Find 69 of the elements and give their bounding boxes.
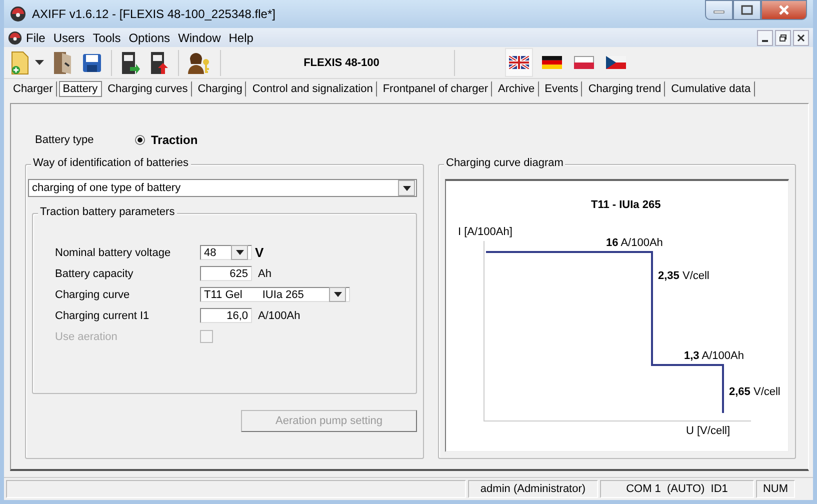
user-key-icon[interactable] [187, 52, 211, 74]
tab[interactable]: Archive [494, 81, 539, 97]
caret-icon [236, 250, 244, 255]
caret-icon [334, 292, 342, 297]
window-title: AXIFF v1.6.12 - [FLEXIS 48-100_225348.fle*] [32, 7, 276, 21]
close-icon [797, 34, 805, 42]
input-field[interactable]: 625 [200, 266, 252, 281]
field-label: Charging current I1 [55, 310, 150, 322]
new-file-icon[interactable] [10, 50, 30, 74]
axis-label: I [A/100Ah] [458, 226, 512, 238]
menu-item[interactable]: Options [124, 30, 174, 44]
dropdown[interactable]: T11 Gel IUIa 265 [200, 287, 350, 302]
menu-item[interactable]: Window [174, 30, 225, 44]
group-title: Traction battery parameters [38, 206, 177, 218]
curve-label: 1,3 A/100Ah [684, 350, 744, 362]
close-button[interactable] [793, 30, 809, 46]
device-upload-icon[interactable] [120, 50, 140, 74]
maximize-button[interactable] [733, 0, 761, 20]
field-label: Use aeration [55, 330, 118, 342]
unit-label: V [255, 245, 264, 260]
caret-icon[interactable] [35, 60, 44, 66]
restore-button[interactable] [775, 30, 791, 46]
save-icon[interactable] [82, 52, 102, 72]
menu-item[interactable]: Help [224, 30, 258, 44]
status-panel: NUM [756, 480, 795, 498]
close-icon [778, 5, 790, 15]
group-title: Charging curve diagram [444, 157, 566, 169]
menu-item[interactable]: Tools [88, 30, 125, 44]
menu-item[interactable]: File [22, 30, 50, 44]
maximize-icon [741, 5, 753, 15]
chart-title: T11 - IUIa 265 [591, 199, 661, 211]
minimize-icon [762, 40, 768, 42]
tab[interactable]: Charging [194, 81, 246, 97]
restore-icon [779, 34, 787, 42]
minimize-button[interactable] [757, 30, 773, 46]
tab[interactable]: Control and signalization [248, 81, 377, 97]
tab[interactable]: Frontpanel of charger [378, 81, 492, 97]
tab[interactable]: Charging curves [104, 81, 192, 97]
device-name: FLEXIS 48-100 [302, 56, 380, 68]
dropdown[interactable]: 48 [200, 245, 252, 260]
tab[interactable]: Cumulative data [667, 81, 755, 97]
curve-label: 2,65 V/cell [729, 386, 780, 398]
input-field[interactable]: 16,0 [200, 308, 252, 323]
tab[interactable]: Events [540, 81, 582, 97]
app-icon [10, 6, 26, 22]
door-icon[interactable] [53, 50, 73, 74]
unit-label: A/100Ah [258, 310, 300, 322]
radio-label[interactable]: Traction [151, 133, 198, 147]
menu-item[interactable]: Users [49, 30, 89, 44]
field-label: Nominal battery voltage [55, 246, 172, 258]
language-button[interactable] [506, 49, 532, 76]
field-label: Charging curve [55, 288, 131, 300]
tab[interactable]: Charger [9, 81, 57, 97]
status-panel: COM 1 (AUTO) ID1 [600, 480, 754, 498]
dropdown[interactable]: charging of one type of battery [28, 179, 417, 197]
unit-label: Ah [258, 268, 272, 280]
field-label: Battery capacity [55, 268, 134, 280]
curve-label: 16 A/100Ah [606, 237, 663, 249]
radio-button[interactable] [135, 135, 145, 145]
caret-icon [402, 186, 410, 190]
app-icon [8, 30, 22, 44]
tab[interactable]: Battery [58, 81, 102, 97]
group-title: Way of identification of batteries [31, 157, 191, 169]
device-download-icon[interactable] [149, 50, 169, 74]
field-label: Battery type [35, 134, 95, 146]
curve-label: 2,35 V/cell [658, 270, 710, 282]
status-panel: admin (Administrator) [468, 480, 598, 498]
axis-label: U [V/cell] [686, 425, 730, 437]
tab[interactable]: Charging trend [584, 81, 666, 97]
